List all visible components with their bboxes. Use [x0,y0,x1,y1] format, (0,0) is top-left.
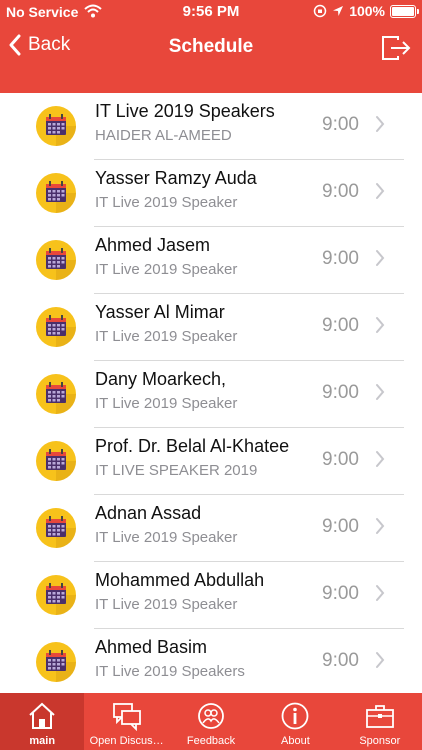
schedule-row[interactable]: Yasser Ramzy Auda IT Live 2019 Speaker 9:0… [0,160,422,227]
speaker-subtitle: HAIDER AL-AMEED [95,127,232,144]
schedule-row[interactable]: Ahmed Jasem IT Live 2019 Speaker 9:00 [0,227,422,294]
page-title: Schedule [168,36,254,57]
calendar-icon [36,240,76,280]
session-time: 9:00 [322,181,359,202]
schedule-list: IT Live 2019 Speakers HAIDER AL-AMEED 9:00… [0,93,422,693]
tab-open-discussion[interactable]: Open Discus… [84,693,168,750]
speaker-name: Ahmed Basim [95,637,208,657]
logout-button[interactable] [380,34,412,62]
speaker-name: Yasser Al Mimar [95,302,225,322]
chat-icon [112,703,141,731]
chevron-right-icon [376,518,385,534]
calendar-icon [36,441,76,481]
briefcase-icon [365,705,394,728]
speaker-subtitle: IT LIVE SPEAKER 2019 [95,462,258,479]
chevron-right-icon [376,585,385,601]
session-time: 9:00 [322,248,359,269]
schedule-row[interactable]: Adnan Assad IT Live 2019 Speaker 9:00 [0,495,422,562]
tab-label: Sponsor [359,735,401,747]
speaker-name: IT Live 2019 Speakers [95,101,275,121]
tab-label: main [29,735,56,747]
chevron-right-icon [376,250,385,266]
session-time: 9:00 [322,114,359,135]
chevron-right-icon [376,652,385,668]
schedule-row[interactable]: IT Live 2019 Speakers HAIDER AL-AMEED 9:00 [0,93,422,160]
speaker-name: Mohammed Abdullah [95,570,265,590]
session-time: 9:00 [322,516,359,537]
speaker-subtitle: IT Live 2019 Speaker [95,261,238,278]
calendar-icon [36,374,76,414]
speaker-subtitle: IT Live 2019 Speaker [95,596,238,613]
app-header: No Service 9:56 PM 100% Back Schedule [0,0,422,93]
speaker-subtitle: IT Live 2019 Speaker [95,395,238,412]
info-icon [282,702,309,730]
speaker-name: Dany Moarkech, [95,369,227,389]
session-time: 9:00 [322,382,359,403]
home-icon [29,702,55,729]
chevron-right-icon [376,451,385,467]
schedule-row[interactable]: Mohammed Abdullah IT Live 2019 Speaker 9:0… [0,562,422,629]
battery-percent: 100% [349,3,385,19]
tab-about[interactable]: About [253,693,337,750]
speaker-name: Yasser Ramzy Auda [95,168,257,188]
speaker-name: Prof. Dr. Belal Al-Khatee [95,436,290,456]
session-time: 9:00 [322,650,359,671]
schedule-row[interactable]: Prof. Dr. Belal Al-Khatee IT LIVE SPEAKER… [0,428,422,495]
tab-feedback[interactable]: Feedback [169,693,253,750]
tab-sponsor[interactable]: Sponsor [338,693,422,750]
tab-label: Feedback [186,735,236,747]
tab-bar: main Open Discus… Feedback About Sponsor [0,693,422,750]
calendar-icon [36,307,76,347]
feedback-icon [198,703,224,729]
calendar-icon [36,173,76,213]
chevron-right-icon [376,116,385,132]
speaker-subtitle: IT Live 2019 Speaker [95,194,238,211]
calendar-icon [36,642,76,682]
speaker-subtitle: IT Live 2019 Speaker [95,529,238,546]
schedule-row[interactable]: Yasser Al Mimar IT Live 2019 Speaker 9:00 [0,294,422,361]
chevron-right-icon [376,317,385,333]
session-time: 9:00 [322,315,359,336]
schedule-row[interactable]: Dany Moarkech, IT Live 2019 Speaker 9:00 [0,361,422,428]
calendar-icon [36,106,76,146]
session-time: 9:00 [322,583,359,604]
calendar-icon [36,575,76,615]
speaker-name: Adnan Assad [95,503,202,523]
chevron-right-icon [376,183,385,199]
speaker-subtitle: IT Live 2019 Speakers [95,663,245,680]
calendar-icon [36,508,76,548]
speaker-name: Ahmed Jasem [95,235,211,255]
session-time: 9:00 [322,449,359,470]
tab-main[interactable]: main [0,693,85,750]
status-indicators: 100% [313,3,419,19]
orientation-lock-icon [313,4,327,18]
battery-icon [390,4,419,18]
speaker-subtitle: IT Live 2019 Speaker [95,328,238,345]
chevron-right-icon [376,384,385,400]
status-bar: No Service 9:56 PM 100% [0,0,422,24]
tab-label: About [281,735,310,747]
nav-bar: Back Schedule [0,28,422,68]
tab-label: Open Discus… [89,735,164,747]
location-icon [333,6,344,16]
schedule-row[interactable]: Ahmed Basim IT Live 2019 Speakers 9:00 [0,629,422,693]
